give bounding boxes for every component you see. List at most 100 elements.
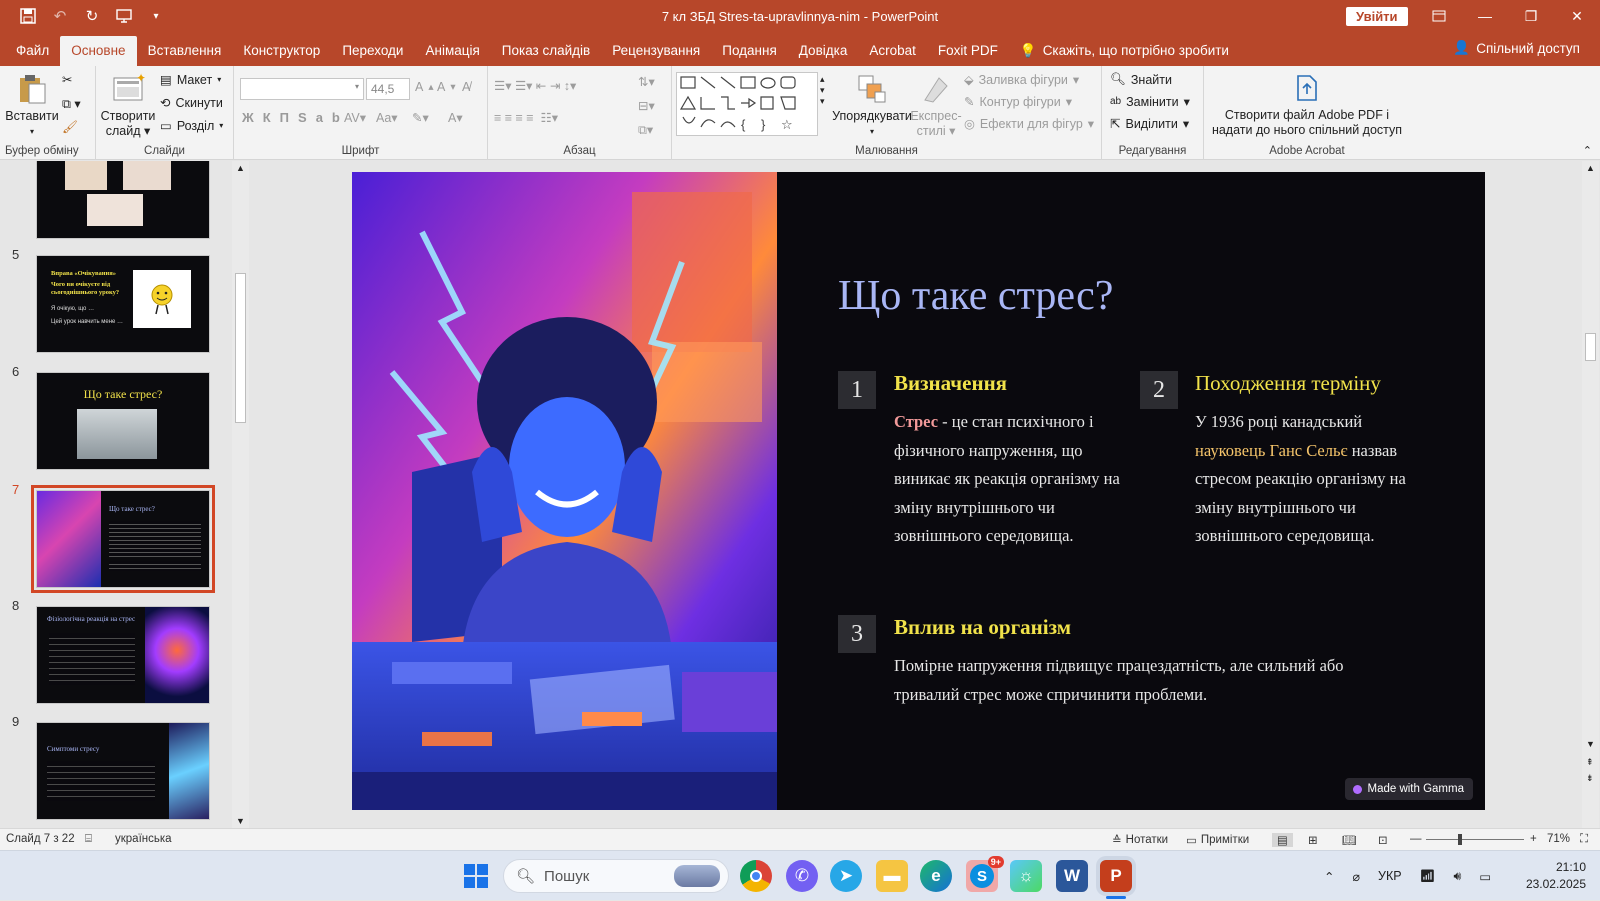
taskbar-search[interactable]: 🔍︎ Пошук — [503, 859, 729, 893]
character-spacing-icon[interactable]: AV▾ — [344, 110, 366, 125]
arrange-button[interactable]: Упорядкувати ▾ — [832, 72, 912, 139]
save-icon[interactable] — [14, 3, 42, 29]
fit-slide-icon[interactable]: ⛶ — [1580, 833, 1588, 846]
decrease-font-size-icon[interactable]: A ▾ — [437, 80, 456, 94]
system-clock[interactable]: 21:10 23.02.2025 — [1526, 859, 1586, 893]
scroll-up-icon[interactable]: ▲ — [236, 163, 245, 173]
reset-button[interactable]: ⟲ Скинути — [160, 95, 223, 111]
highlight-icon[interactable]: ✎▾ — [412, 110, 429, 125]
maximize-icon[interactable]: ❐ — [1508, 0, 1554, 32]
share-button[interactable]: 👤 Спільний доступ — [1453, 40, 1580, 56]
tab-animations[interactable]: Анімація — [414, 36, 490, 66]
layout-button[interactable]: ▤ Макет ▾ — [160, 72, 221, 88]
collapse-ribbon-icon[interactable]: ⌃ — [1583, 144, 1592, 157]
clear-formatting-icon[interactable]: A̸ — [462, 80, 470, 94]
redo-icon[interactable]: ↻ — [78, 3, 106, 29]
next-slide-icon[interactable]: ⇟ — [1586, 773, 1594, 784]
shape-outline-button[interactable]: ✎ Контур фігури ▾ — [964, 94, 1072, 110]
font-color-icon[interactable]: A▾ — [448, 110, 463, 125]
tab-transitions[interactable]: Переходи — [331, 36, 414, 66]
slide-sorter-icon[interactable]: ⊞ — [1308, 833, 1318, 847]
quick-styles-button[interactable]: Експрес- стилі ▾ — [910, 72, 962, 139]
tab-view[interactable]: Подання — [711, 36, 788, 66]
zoom-slider[interactable] — [1426, 834, 1524, 845]
weather-app-icon[interactable]: ☼ — [1010, 860, 1042, 892]
spellcheck-icon[interactable]: ⌸ — [85, 833, 92, 846]
ribbon-display-options-icon[interactable] — [1416, 0, 1462, 32]
increase-font-size-icon[interactable]: A ▴ — [415, 80, 434, 94]
telegram-icon[interactable]: ➤ — [830, 860, 862, 892]
select-button[interactable]: ⇱ Виділити ▾ — [1110, 116, 1189, 132]
bullets-icon[interactable]: ☰▾ ☰▾ ⇤ ⇥ ↕▾ — [494, 78, 576, 93]
slide-thumbnail-8[interactable]: Фізіологічна реакція на стрес — [36, 606, 210, 704]
tab-foxit-pdf[interactable]: Foxit PDF — [927, 36, 1009, 66]
scroll-thumb[interactable] — [235, 273, 246, 423]
volume-icon[interactable]: 🔊︎ — [1453, 869, 1461, 884]
zoom-in-icon[interactable]: + — [1530, 833, 1537, 845]
tab-help[interactable]: Довідка — [788, 36, 859, 66]
text-direction-icon[interactable]: ⇅▾ — [638, 74, 655, 89]
scroll-down-icon[interactable]: ▼ — [236, 816, 245, 826]
paste-button[interactable]: Вставити ▾ — [4, 72, 60, 139]
find-button[interactable]: 🔍︎ Знайти — [1110, 72, 1172, 87]
language-indicator[interactable]: українська — [115, 833, 172, 845]
edge-icon[interactable]: e — [920, 860, 952, 892]
slide-title[interactable]: Що таке стрес? — [838, 272, 1113, 320]
shapes-gallery[interactable]: {} ☆ — [676, 72, 818, 136]
slide-thumbnail-5[interactable]: Вправа «Очікування» Чого ви очікуєте від… — [36, 255, 210, 353]
current-slide[interactable]: Що таке стрес? 1 Визначення Стрес - це с… — [352, 172, 1485, 810]
wifi-icon[interactable]: 📶︎ — [1420, 869, 1436, 884]
zoom-level[interactable]: 71% — [1547, 833, 1570, 845]
scroll-thumb[interactable] — [1585, 333, 1596, 361]
font-size-combo[interactable]: 44,5 — [366, 78, 410, 100]
normal-view-icon[interactable]: ▤ — [1272, 833, 1293, 847]
slide-thumbnail-9[interactable]: Симптоми стресу — [36, 722, 210, 820]
stressed-man-illustration[interactable] — [352, 172, 777, 810]
tab-slide-show[interactable]: Показ слайдів — [491, 36, 601, 66]
slide-thumbnail-6[interactable]: Що таке стрес? — [36, 372, 210, 470]
create-pdf-button[interactable]: Створити файл Adobe PDF і надати до ньог… — [1204, 74, 1410, 138]
tab-home[interactable]: Основне — [60, 36, 137, 66]
copy-icon[interactable]: ⧉ ▾ — [62, 96, 81, 112]
item-heading-definition[interactable]: Визначення — [894, 371, 1007, 396]
tab-file[interactable]: Файл — [5, 36, 60, 66]
change-case-icon[interactable]: Aa▾ — [376, 110, 398, 125]
shape-fill-button[interactable]: ⬙ Заливка фігури ▾ — [964, 72, 1079, 88]
alignment-icons[interactable]: ≡ ≡ ≡ ≡ ☷▾ — [494, 110, 558, 125]
scroll-down-icon[interactable]: ▼ — [1586, 739, 1595, 749]
font-format-buttons[interactable]: ЖКПSab — [242, 110, 349, 125]
slideshow-view-icon[interactable]: ⊡ — [1378, 833, 1388, 847]
customize-toolbar-icon[interactable]: ▾ — [142, 3, 170, 29]
item-text-definition[interactable]: Стрес - це стан психічного і фізичного н… — [894, 408, 1126, 551]
font-name-combo[interactable]: ▾ — [240, 78, 364, 100]
section-button[interactable]: ▭ Розділ ▾ — [160, 118, 223, 134]
keyboard-language[interactable]: УКР — [1378, 869, 1402, 883]
chrome-icon[interactable] — [740, 860, 772, 892]
presentation-icon[interactable] — [110, 3, 138, 29]
item-heading-body-impact[interactable]: Вплив на організм — [894, 615, 1071, 640]
tab-insert[interactable]: Вставлення — [137, 36, 233, 66]
tab-acrobat[interactable]: Acrobat — [858, 36, 927, 66]
windows-start-icon[interactable] — [460, 860, 492, 892]
gallery-more-icon[interactable]: ▴ ▾ ▾ — [820, 74, 825, 107]
smartart-icon[interactable]: ⧉▾ — [638, 122, 653, 138]
battery-icon[interactable]: ▭ — [1479, 869, 1491, 884]
format-painter-icon[interactable]: 🖌 — [62, 120, 78, 135]
slide-thumbnail-7[interactable]: Що таке стрес? — [31, 485, 215, 593]
reading-view-icon[interactable]: 📖︎ — [1342, 833, 1357, 847]
undo-icon[interactable]: ↶ — [46, 3, 74, 29]
slide-thumbnail-4[interactable] — [36, 161, 210, 239]
item-text-body-impact[interactable]: Помірне напруження підвищує працездатніс… — [894, 652, 1394, 709]
tell-me-search[interactable]: 💡 Скажіть, що потрібно зробити — [1009, 36, 1240, 66]
sign-in-button[interactable]: Увійти — [1346, 7, 1408, 26]
thumbnails-scrollbar[interactable]: ▲ ▼ — [232, 161, 249, 828]
previous-slide-icon[interactable]: ⇞ — [1586, 757, 1594, 768]
word-icon[interactable]: W — [1056, 860, 1088, 892]
show-hidden-icons-icon[interactable]: ⌃ — [1324, 869, 1334, 884]
skype-icon[interactable]: S 9+ — [966, 856, 1004, 892]
comments-button[interactable]: ▭ Примітки — [1186, 833, 1249, 847]
viber-icon[interactable]: ✆ — [786, 860, 818, 892]
close-icon[interactable]: ✕ — [1554, 0, 1600, 32]
network-off-icon[interactable]: ⌀ — [1352, 869, 1360, 884]
tab-review[interactable]: Рецензування — [601, 36, 711, 66]
